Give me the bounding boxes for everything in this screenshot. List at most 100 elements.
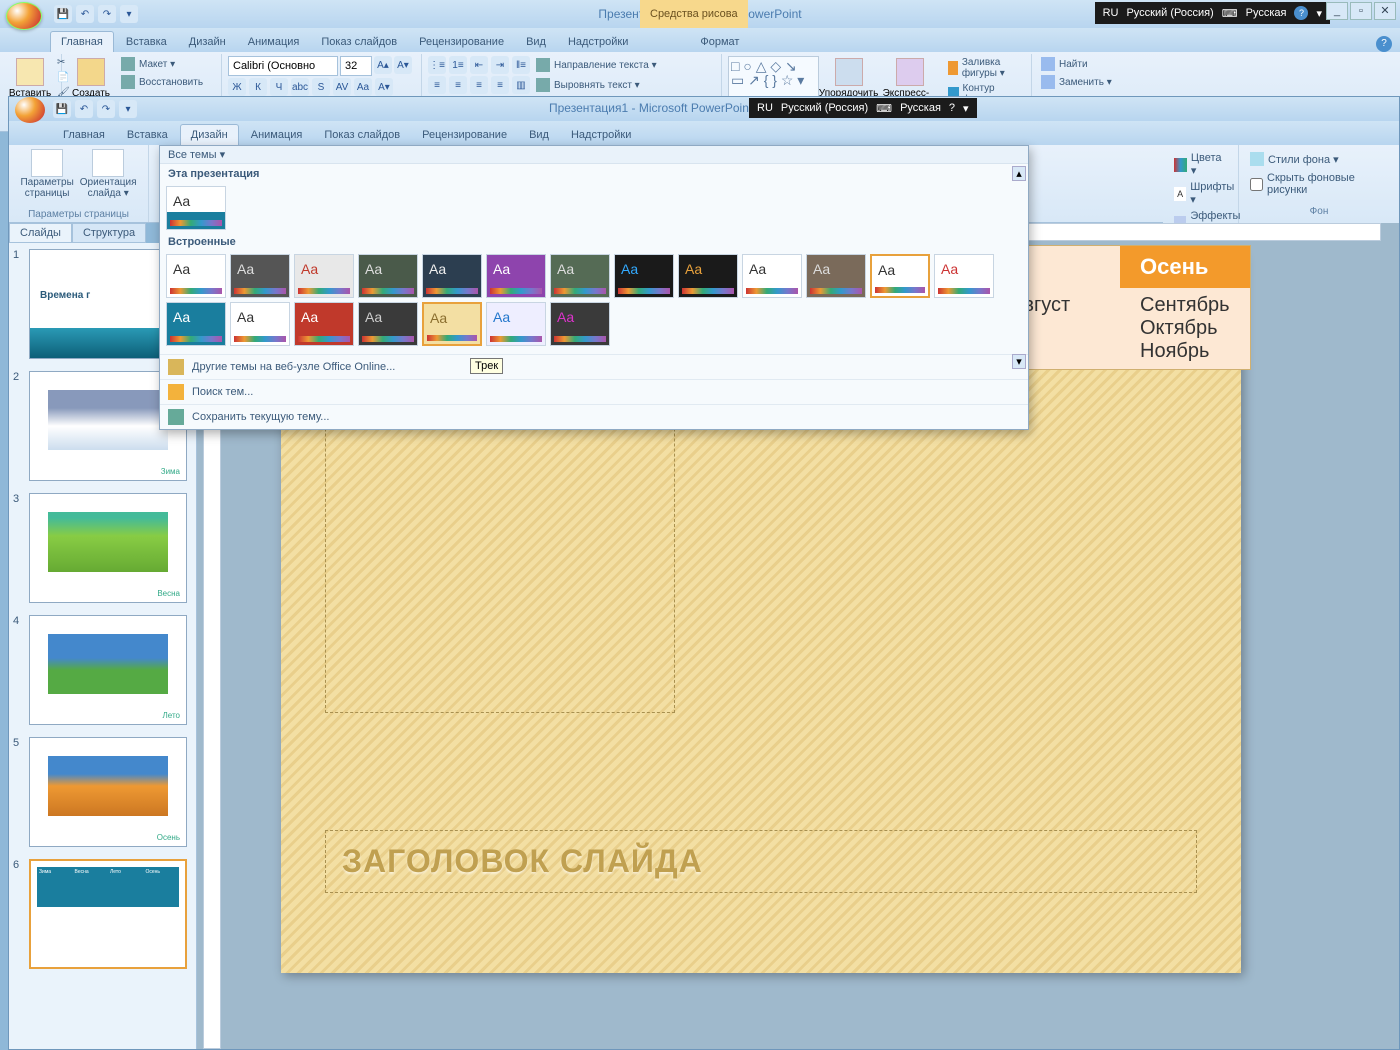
close-button[interactable]: ✕ <box>1374 2 1396 20</box>
language-bar-2[interactable]: RU Русский (Россия) ⌨ Русская ? ▾ <box>749 98 977 118</box>
theme-thumb[interactable]: Aa <box>486 254 546 298</box>
slide-thumbnail[interactable]: 5Осень <box>9 731 196 853</box>
font-size-combo[interactable]: 32 <box>340 56 372 76</box>
lang-dropdown-icon[interactable]: ▾ <box>1316 7 1322 20</box>
theme-thumb[interactable]: Aa <box>870 254 930 298</box>
redo-icon-2[interactable]: ↷ <box>97 100 115 118</box>
find-button[interactable]: Найти <box>1038 56 1091 72</box>
title-placeholder[interactable]: ЗАГОЛОВОК СЛАЙДА <box>325 830 1197 893</box>
outdent-icon[interactable]: ⇤ <box>470 56 488 74</box>
language-bar-1[interactable]: RU Русский (Россия) ⌨ Русская ? ▾ <box>1095 2 1330 24</box>
colors-button[interactable]: Цвета ▾ <box>1171 151 1230 178</box>
slide-thumbnail[interactable]: 3Весна <box>9 487 196 609</box>
undo-icon[interactable]: ↶ <box>76 5 94 23</box>
tab2-home[interactable]: Главная <box>53 125 115 145</box>
bg-styles-button[interactable]: Стили фона ▾ <box>1247 151 1342 167</box>
qat-more-icon[interactable]: ▾ <box>120 5 138 23</box>
align-left-icon[interactable]: ≡ <box>428 76 446 94</box>
font-name-combo[interactable]: Calibri (Основно <box>228 56 338 76</box>
bold-button[interactable]: Ж <box>228 78 246 96</box>
save-icon[interactable]: 💾 <box>54 5 72 23</box>
themes-scrollbar[interactable]: ▴ ▾ <box>1012 166 1026 369</box>
themes-all-header[interactable]: Все темы ▾ <box>160 146 1028 164</box>
slide-title-text[interactable]: ЗАГОЛОВОК СЛАЙДА <box>342 843 1180 880</box>
themes-save-current[interactable]: Сохранить текущую тему... <box>160 404 1028 429</box>
redo-icon[interactable]: ↷ <box>98 5 116 23</box>
align-text-button[interactable]: Выровнять текст ▾ <box>533 76 643 94</box>
grow-font-icon[interactable]: A▴ <box>374 56 392 74</box>
tab2-review[interactable]: Рецензирование <box>412 125 517 145</box>
lang-help-icon[interactable]: ? <box>1294 6 1308 20</box>
theme-thumb[interactable]: Aa <box>358 254 418 298</box>
qat-more-icon-2[interactable]: ▾ <box>119 100 137 118</box>
italic-button[interactable]: К <box>249 78 267 96</box>
tab-view[interactable]: Вид <box>516 32 556 52</box>
paste-button[interactable]: Вставить <box>10 56 50 101</box>
slides-tab[interactable]: Слайды <box>9 223 72 243</box>
theme-thumb[interactable]: Aa <box>934 254 994 298</box>
font-color-icon[interactable]: A▾ <box>375 78 393 96</box>
tab2-slideshow[interactable]: Показ слайдов <box>314 125 410 145</box>
columns-icon[interactable]: ▥ <box>512 76 530 94</box>
theme-thumb[interactable]: Aa <box>230 254 290 298</box>
layout-button[interactable]: Макет ▾ <box>118 56 206 72</box>
theme-thumb[interactable]: Aa <box>550 302 610 346</box>
slide-thumbnail[interactable]: 4Лето <box>9 609 196 731</box>
context-tab-drawing[interactable]: Средства рисова <box>640 0 748 28</box>
office-button-2[interactable] <box>15 97 45 123</box>
tab-design[interactable]: Дизайн <box>179 32 236 52</box>
theme-thumb[interactable]: Aa <box>550 254 610 298</box>
tab2-view[interactable]: Вид <box>519 125 559 145</box>
text-direction-button[interactable]: Направление текста ▾ <box>533 56 660 74</box>
tab-animation[interactable]: Анимация <box>238 32 310 52</box>
tab2-addons[interactable]: Надстройки <box>561 125 641 145</box>
theme-thumb[interactable]: Aa <box>422 254 482 298</box>
theme-thumb[interactable]: Aa <box>614 254 674 298</box>
strike-button[interactable]: abc <box>291 78 309 96</box>
theme-thumb[interactable]: Aa <box>230 302 290 346</box>
justify-icon[interactable]: ≡ <box>491 76 509 94</box>
maximize-button[interactable]: ▫ <box>1350 2 1372 20</box>
themes-browse[interactable]: Поиск тем... <box>160 379 1028 404</box>
indent-icon[interactable]: ⇥ <box>491 56 509 74</box>
theme-thumb[interactable]: Aa <box>166 254 226 298</box>
slide-orientation-button[interactable]: Ориентация слайда ▾ <box>80 149 137 199</box>
shrink-font-icon[interactable]: A▾ <box>394 56 412 74</box>
theme-thumb[interactable]: Aa <box>486 302 546 346</box>
themes-more-online[interactable]: Другие темы на веб-узле Office Online... <box>160 354 1028 379</box>
tab-review[interactable]: Рецензирование <box>409 32 514 52</box>
tab2-animation[interactable]: Анимация <box>241 125 313 145</box>
bullets-icon[interactable]: ⋮≡ <box>428 56 446 74</box>
tab-addons[interactable]: Надстройки <box>558 32 638 52</box>
table-cell[interactable]: Сентябрь Октябрь Ноябрь <box>1120 288 1250 369</box>
tab2-insert[interactable]: Вставка <box>117 125 178 145</box>
theme-thumb[interactable]: Aa <box>294 254 354 298</box>
tab-insert[interactable]: Вставка <box>116 32 177 52</box>
tab2-design[interactable]: Дизайн <box>180 124 239 145</box>
shape-fill-button[interactable]: Заливка фигуры ▾ <box>945 56 1025 80</box>
align-center-icon[interactable]: ≡ <box>449 76 467 94</box>
fonts-button[interactable]: AШрифты ▾ <box>1171 180 1239 207</box>
theme-thumb[interactable]: Aa <box>358 302 418 346</box>
reset-button[interactable]: Восстановить <box>118 74 206 90</box>
theme-current[interactable]: Aa <box>166 186 226 230</box>
undo-icon-2[interactable]: ↶ <box>75 100 93 118</box>
theme-thumb[interactable]: Aa <box>294 302 354 346</box>
page-setup-button[interactable]: Параметры страницы <box>20 149 73 199</box>
tab-home[interactable]: Главная <box>50 31 114 52</box>
minimize-button[interactable]: _ <box>1326 2 1348 20</box>
lang-dropdown-icon-2[interactable]: ▾ <box>963 102 969 115</box>
tab-slideshow[interactable]: Показ слайдов <box>311 32 407 52</box>
theme-thumb[interactable]: Aa <box>806 254 866 298</box>
help-icon[interactable]: ? <box>1376 36 1392 52</box>
shadow-button[interactable]: S <box>312 78 330 96</box>
lang-help-icon-2[interactable]: ? <box>949 102 955 114</box>
outline-tab[interactable]: Структура <box>72 223 146 243</box>
case-icon[interactable]: Aa <box>354 78 372 96</box>
tab-format[interactable]: Формат <box>690 32 749 52</box>
theme-thumb[interactable]: Aa <box>422 302 482 346</box>
theme-thumb[interactable]: Aa <box>166 302 226 346</box>
scroll-up-icon[interactable]: ▴ <box>1012 166 1026 181</box>
arrange-button[interactable]: Упорядочить <box>823 56 875 101</box>
theme-thumb[interactable]: Aa <box>678 254 738 298</box>
